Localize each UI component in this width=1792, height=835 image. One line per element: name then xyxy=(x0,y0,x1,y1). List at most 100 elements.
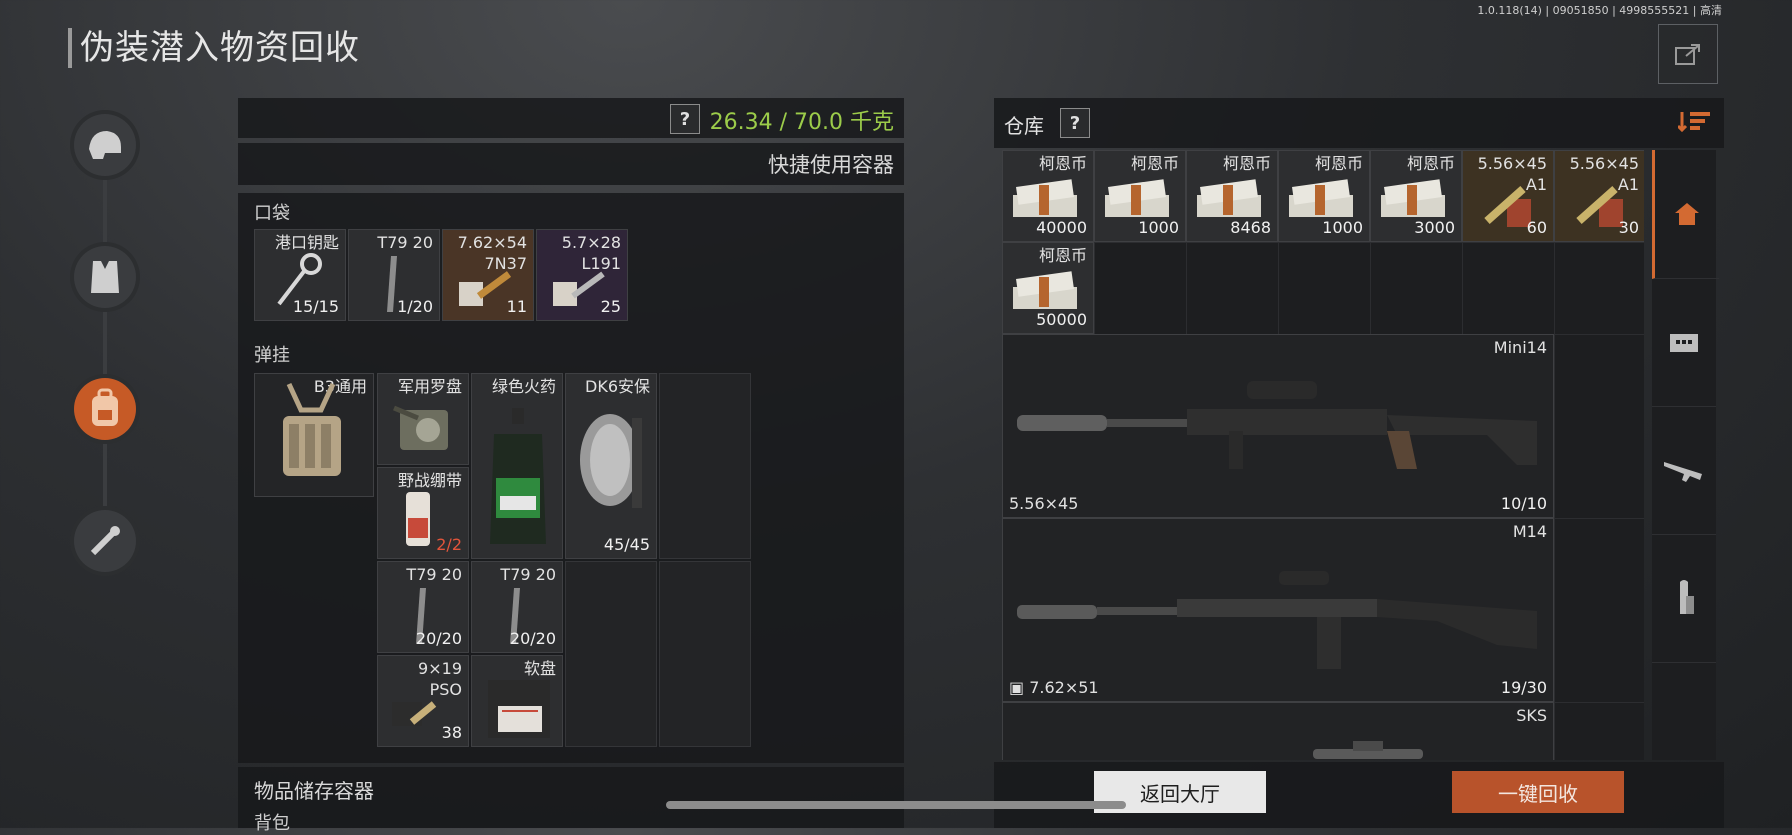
warehouse-ammo-slot[interactable]: 5.56×45 A1 30 xyxy=(1554,150,1644,242)
weapon-name: M14 xyxy=(1512,522,1547,541)
one-click-recycle-button[interactable]: 一键回收 xyxy=(1452,771,1624,813)
nav-vest-button[interactable] xyxy=(74,246,136,308)
cash-stack-icon xyxy=(1197,179,1261,217)
item-count: 11 xyxy=(506,297,527,316)
warehouse-help-button[interactable]: ? xyxy=(1060,108,1090,138)
item-count: 20/20 xyxy=(415,629,462,648)
pocket-slot-ammo-762[interactable]: 7.62×54 7N37 11 xyxy=(442,229,534,321)
item-name: T79 20 xyxy=(377,233,433,252)
cash-stack-icon xyxy=(1289,179,1353,217)
cube-icon: ▣ xyxy=(1009,678,1025,697)
tab-ammo[interactable] xyxy=(1652,534,1716,663)
rig-slot-ammo-9mm[interactable]: 9×19 PSO 38 xyxy=(377,655,469,747)
backpack-icon xyxy=(92,388,118,426)
rig-slot-empty[interactable] xyxy=(659,373,751,559)
nav-helmet-button[interactable] xyxy=(74,114,136,176)
warehouse-cash-slot[interactable]: 柯恩币 8468 xyxy=(1186,150,1278,242)
pocket-label: 口袋 xyxy=(254,203,290,224)
rifle-mini14-icon xyxy=(1017,381,1537,469)
rig-slot-floppy[interactable]: 软盘 xyxy=(471,655,563,747)
vest-icon xyxy=(91,261,119,293)
floppy-disk-icon xyxy=(488,680,550,738)
share-button[interactable] xyxy=(1658,24,1718,84)
item-count: 45/45 xyxy=(603,535,650,554)
rig-slot-drum-mag[interactable]: DK6安保 45/45 xyxy=(565,373,657,559)
warehouse-cash-slot[interactable]: 柯恩币 40000 xyxy=(1002,150,1094,242)
pocket-slot-key[interactable]: 港口钥匙 15/15 xyxy=(254,229,346,321)
tab-weapons[interactable] xyxy=(1652,406,1716,535)
warehouse-category-tabs xyxy=(1652,150,1719,760)
nav-backpack-button[interactable] xyxy=(74,378,136,440)
item-count: 3000 xyxy=(1414,218,1455,237)
item-count: 60 xyxy=(1526,218,1547,237)
rig-slot-gunpowder[interactable]: 绿色火药 xyxy=(471,373,563,559)
page-title: 伪装潜入物资回收 xyxy=(68,28,360,68)
compass-icon xyxy=(393,405,448,450)
home-indicator[interactable] xyxy=(666,801,1126,809)
helmet-icon xyxy=(89,131,121,159)
warehouse-label: 仓库 xyxy=(1004,114,1044,138)
warehouse-cash-slot[interactable]: 柯恩币 50000 xyxy=(1002,242,1094,334)
item-count: 50000 xyxy=(1036,310,1087,329)
item-name: 5.56×45 xyxy=(1477,154,1547,173)
tab-all-items[interactable] xyxy=(1652,150,1719,279)
warehouse-cash-slot[interactable]: 柯恩币 1000 xyxy=(1094,150,1186,242)
item-count: 38 xyxy=(441,723,462,742)
warehouse-weapon-slot[interactable]: Mini14 5.56×45 10/10 xyxy=(1002,334,1554,518)
rig-label: 弹挂 xyxy=(254,345,290,366)
nav-tools-button[interactable] xyxy=(74,510,136,572)
storage-container-bar[interactable]: 物品储存容器 背包 xyxy=(238,767,904,834)
rig-vest-slot[interactable]: B3通用 xyxy=(254,373,374,497)
item-count: 20/20 xyxy=(509,629,556,648)
share-icon xyxy=(1675,44,1700,65)
gunpowder-bottle-icon xyxy=(490,408,546,544)
sort-button[interactable] xyxy=(1676,110,1712,136)
rig-slot-magazine[interactable]: T79 20 20/20 xyxy=(377,561,469,653)
bandage-icon xyxy=(406,492,430,546)
item-name: 柯恩币 xyxy=(1038,246,1087,265)
item-name: T79 20 xyxy=(500,565,556,584)
warehouse-header: 仓库 ? xyxy=(994,98,1724,148)
backpack-label: 背包 xyxy=(254,813,290,834)
rifle-m14-icon xyxy=(1017,571,1537,669)
tab-containers[interactable] xyxy=(1652,278,1716,407)
cash-stack-icon xyxy=(1381,179,1445,217)
rig-slot-empty[interactable] xyxy=(565,561,657,747)
item-count: 40000 xyxy=(1036,218,1087,237)
item-count: 1000 xyxy=(1138,218,1179,237)
rig-slot-bandage[interactable]: 野战绷带 2/2 xyxy=(377,467,469,559)
warehouse-ammo-slot[interactable]: 5.56×45 A1 60 xyxy=(1462,150,1554,242)
weapon-ammo-count: 19/30 xyxy=(1500,678,1547,697)
item-name: 9×19 xyxy=(418,659,462,678)
pocket-slot-magazine[interactable]: T79 20 1/20 xyxy=(348,229,440,321)
rifle-sks-icon xyxy=(1313,741,1423,759)
pocket-slot-ammo-57[interactable]: 5.7×28 L191 25 xyxy=(536,229,628,321)
item-count: 1/20 xyxy=(397,297,433,316)
rig-slot-magazine[interactable]: T79 20 20/20 xyxy=(471,561,563,653)
ammo-box-icon xyxy=(459,271,512,306)
quick-container-bar[interactable]: 快捷使用容器 xyxy=(238,143,904,185)
tools-icon xyxy=(90,526,120,556)
warehouse-cash-slot[interactable]: 柯恩币 3000 xyxy=(1370,150,1462,242)
rig-slot-empty[interactable] xyxy=(659,561,751,747)
item-name: DK6安保 xyxy=(585,377,650,396)
storage-label: 物品储存容器 xyxy=(254,779,374,803)
rig-slot-compass[interactable]: 军用罗盘 xyxy=(377,373,469,465)
weight-help-button[interactable]: ? xyxy=(670,104,700,134)
item-name: 绿色火药 xyxy=(491,377,556,396)
item-count: 25 xyxy=(600,297,621,316)
item-name: 柯恩币 xyxy=(1038,154,1087,173)
cash-stack-icon xyxy=(1105,179,1169,217)
warehouse-weapon-slot[interactable]: SKS xyxy=(1002,702,1554,760)
chest-rig-icon xyxy=(283,382,341,476)
bullet-icon xyxy=(1680,580,1694,614)
warehouse-weapon-slot[interactable]: M14 ▣ 7.62×51 19/30 xyxy=(1002,518,1554,702)
cash-stack-icon xyxy=(1013,179,1077,217)
item-name: 柯恩币 xyxy=(1222,154,1271,173)
ammo-box-icon xyxy=(553,271,605,306)
item-count: 2/2 xyxy=(436,535,462,554)
inventory-panel: 口袋 港口钥匙 15/15 T79 20 1/20 7.62×54 7N37 1… xyxy=(238,193,904,763)
warehouse-cash-slot[interactable]: 柯恩币 1000 xyxy=(1278,150,1370,242)
crate-icon xyxy=(1670,334,1698,352)
item-name: 5.56×45 xyxy=(1569,154,1639,173)
